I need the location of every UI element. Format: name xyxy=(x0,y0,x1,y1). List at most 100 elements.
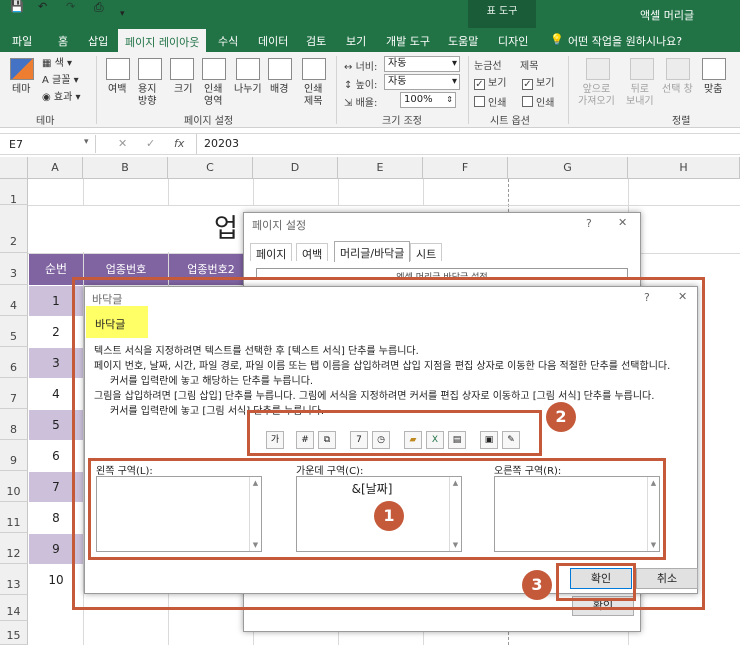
background-icon[interactable] xyxy=(268,58,292,80)
enter-icon[interactable]: ✓ xyxy=(146,137,155,150)
row-header[interactable]: 9 xyxy=(0,440,28,471)
print-preview-icon[interactable]: ⎙ xyxy=(94,0,104,15)
save-icon[interactable]: 💾 xyxy=(10,0,24,13)
selection-pane-button[interactable]: 선택 창 xyxy=(662,84,693,96)
tell-me-box[interactable]: 어떤 작업을 원하시나요? xyxy=(568,33,682,49)
send-backward-icon[interactable] xyxy=(630,58,654,80)
row-header[interactable]: 7 xyxy=(0,378,28,409)
row-header[interactable]: 13 xyxy=(0,564,28,595)
gridlines-header: 눈금선 xyxy=(474,61,502,72)
tab-help[interactable]: 도움말 xyxy=(448,33,478,49)
tab-view[interactable]: 보기 xyxy=(346,33,366,49)
scale-label: ⇲ 배율: xyxy=(344,98,378,109)
redo-icon[interactable]: ↷ xyxy=(66,0,75,13)
size-icon[interactable] xyxy=(170,58,194,80)
column-header[interactable]: B xyxy=(83,157,168,179)
width-select[interactable]: 자동 ▾ xyxy=(384,56,460,72)
column-header[interactable]: D xyxy=(253,157,338,179)
bring-forward-button[interactable]: 앞으로 가져오기 xyxy=(578,84,615,108)
print-area-button[interactable]: 인쇄 영역 xyxy=(204,84,222,108)
size-button[interactable]: 크기 xyxy=(174,84,192,96)
gridlines-print-checkbox[interactable]: 인쇄 xyxy=(474,94,506,109)
themes-button-label[interactable]: 테마 xyxy=(12,84,30,96)
row-header[interactable]: 12 xyxy=(0,533,28,564)
selection-pane-icon[interactable] xyxy=(666,58,690,80)
cancel-icon[interactable]: ✕ xyxy=(118,137,127,150)
print-titles-icon[interactable] xyxy=(302,58,326,80)
bring-forward-icon[interactable] xyxy=(586,58,610,80)
height-label: ↕ 높이: xyxy=(344,80,378,91)
tab-home[interactable]: 홈 xyxy=(58,33,68,49)
theme-effects-button[interactable]: ◉ 효과 ▾ xyxy=(42,92,81,104)
group-separator xyxy=(468,56,469,124)
select-all-corner[interactable] xyxy=(0,157,28,179)
tab-data[interactable]: 데이터 xyxy=(258,33,288,49)
align-icon[interactable] xyxy=(702,58,726,80)
column-header[interactable]: C xyxy=(168,157,253,179)
group-separator xyxy=(568,56,569,124)
print-area-icon[interactable] xyxy=(202,58,226,80)
fonts-icon: A xyxy=(42,75,49,86)
orientation-icon[interactable] xyxy=(138,58,162,80)
width-icon: ↔ xyxy=(344,62,353,73)
margins-icon[interactable] xyxy=(106,58,130,80)
tab-formulas[interactable]: 수식 xyxy=(218,33,238,49)
height-select[interactable]: 자동 ▾ xyxy=(384,74,460,90)
print-titles-button[interactable]: 인쇄 제목 xyxy=(304,84,322,108)
tab-developer[interactable]: 개발 도구 xyxy=(386,33,430,49)
tab-insert[interactable]: 삽입 xyxy=(88,33,108,49)
row-header[interactable]: 3 xyxy=(0,253,28,285)
tab-file[interactable]: 파일 xyxy=(12,33,32,49)
formula-input[interactable]: 20203 xyxy=(204,137,239,150)
sheet-title: 업 xyxy=(214,214,238,244)
row-header[interactable]: 1 xyxy=(0,179,28,206)
headings-view-checkbox[interactable]: ✓ 보기 xyxy=(522,74,554,90)
annotation-badge-3: 3 xyxy=(522,570,552,600)
tab-page[interactable]: 페이지 xyxy=(250,243,293,261)
page-setup-close-button[interactable]: ✕ xyxy=(618,216,627,229)
row-header[interactable]: 14 xyxy=(0,595,28,621)
gridlines-view-checkbox[interactable]: ✓ 보기 xyxy=(474,74,506,90)
tab-review[interactable]: 검토 xyxy=(306,33,326,49)
name-box[interactable]: E7 xyxy=(4,135,96,153)
tab-design[interactable]: 디자인 xyxy=(498,33,528,49)
theme-fonts-button[interactable]: A 글꼴 ▾ xyxy=(42,75,79,87)
column-header[interactable]: E xyxy=(338,157,423,179)
undo-icon[interactable]: ↶ xyxy=(38,0,47,13)
annotation-badge-1: 1 xyxy=(374,501,404,531)
customize-qat-icon[interactable]: ▾ xyxy=(120,9,125,19)
annotation-frame-toolbar xyxy=(247,410,542,456)
orientation-button[interactable]: 용지 방향 xyxy=(138,84,156,108)
headings-print-checkbox[interactable]: 인쇄 xyxy=(522,94,554,109)
scale-spinner[interactable]: 100% ⇕ xyxy=(400,92,456,108)
tab-header-footer[interactable]: 머리글/바닥글 xyxy=(334,241,411,262)
breaks-icon[interactable] xyxy=(236,58,260,80)
tab-sheet[interactable]: 시트 xyxy=(410,243,443,261)
row-header[interactable]: 2 xyxy=(0,205,28,253)
send-backward-button[interactable]: 뒤로 보내기 xyxy=(626,84,654,108)
row-header[interactable]: 8 xyxy=(0,409,28,440)
page-setup-help-button[interactable]: ? xyxy=(586,217,592,230)
row-header[interactable]: 11 xyxy=(0,502,28,533)
breaks-button[interactable]: 나누기 xyxy=(234,84,262,96)
lightbulb-icon: 💡 xyxy=(550,33,564,46)
row-header[interactable]: 5 xyxy=(0,316,28,347)
themes-icon[interactable] xyxy=(10,58,34,80)
margins-button[interactable]: 여백 xyxy=(108,84,126,96)
row-header[interactable]: 10 xyxy=(0,471,28,502)
tab-page-layout[interactable]: 페이지 레이아웃 xyxy=(118,28,207,52)
tab-margins[interactable]: 여백 xyxy=(296,243,329,261)
align-button[interactable]: 맞춤 xyxy=(704,84,722,96)
insert-function-icon[interactable]: fx xyxy=(174,137,184,150)
column-header[interactable]: F xyxy=(423,157,508,179)
column-header[interactable]: A xyxy=(28,157,83,179)
column-header[interactable]: G xyxy=(508,157,628,179)
group-label-themes: 테마 xyxy=(36,116,55,127)
theme-colors-button[interactable]: ▦ 색 ▾ xyxy=(42,58,72,70)
row-header[interactable]: 6 xyxy=(0,347,28,378)
row-header[interactable]: 4 xyxy=(0,285,28,316)
chevron-down-icon[interactable]: ▾ xyxy=(84,137,89,147)
background-button[interactable]: 배경 xyxy=(270,84,288,96)
column-header[interactable]: H xyxy=(628,157,740,179)
row-header[interactable]: 15 xyxy=(0,621,28,645)
